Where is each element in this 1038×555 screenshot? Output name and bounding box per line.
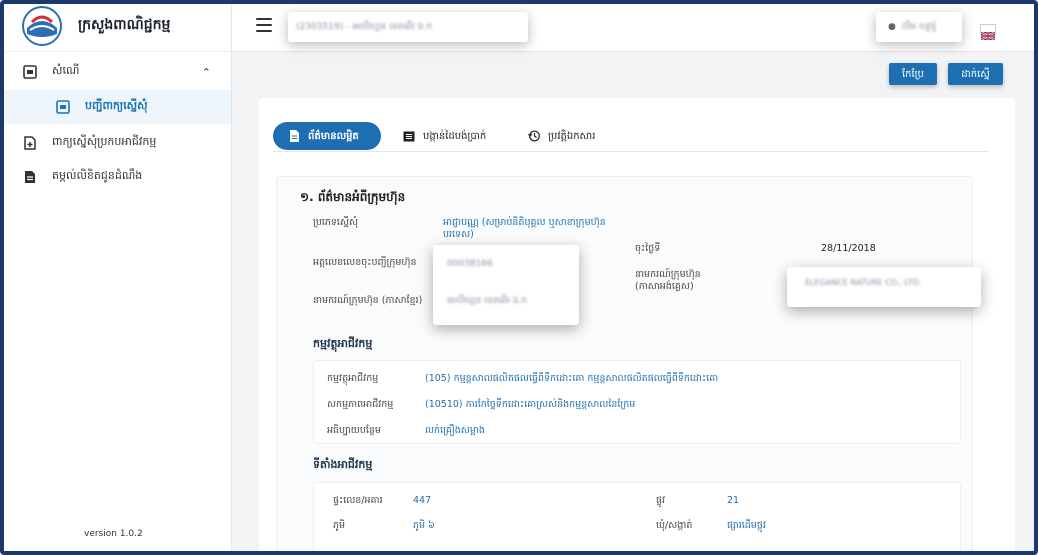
brand[interactable]: ក្រសួងពាណិជ្ជកម្ម: [0, 0, 231, 52]
house-value: 447: [413, 495, 432, 506]
user-icon: ●: [888, 22, 896, 32]
commune-label: ឃុំ/សង្កាត់: [656, 520, 693, 531]
request-type-value: អាជ្ញាបណ្ណ (សម្រាប់និតិបុគ្គល ឬសាខាក្រុម…: [443, 217, 606, 240]
sidebar-item-label: តម្កល់លិខិតជូនដំណឹង: [52, 169, 143, 182]
village-value: ភូមិ ៦: [413, 520, 435, 531]
registration-date-label: ចុះថ្ងៃទី: [635, 243, 661, 254]
commune-value: ផ្សារដើមថ្កូវ: [727, 520, 766, 531]
app-version: version 1.0.2: [84, 529, 143, 539]
detail-card: ព័ត៌មានលម្អិត បង្កាន់ដៃបង់ប្រាក់ ប្រវត្ត…: [259, 98, 1015, 555]
business-location-title: ទីតាំងអាជីវកម្ម: [313, 458, 373, 471]
tab-document-history[interactable]: ប្រវត្តិឯកសារ: [528, 122, 595, 150]
tab-bar: ព័ត៌មានលម្អិត បង្កាន់ដៃបង់ប្រាក់ ប្រវត្ត…: [273, 122, 989, 152]
street-label: ផ្លូវ: [656, 495, 666, 506]
business-activity-box: កម្មវត្ថុអាជីវកម្ម (105) កម្មន្តសាលផលិតផ…: [313, 360, 961, 444]
edit-button[interactable]: កែប្រែ: [889, 63, 937, 85]
company-name-en-popup: ELEGANCE NATURE CO., LTD.: [787, 267, 981, 307]
company-name-en-value: ELEGANCE NATURE CO., LTD.: [805, 278, 922, 287]
sidebar-item-business-application[interactable]: ពាក្យស្នើសុំប្រកបអាជីវកម្ម: [0, 126, 231, 160]
description-value: លក់គ្រឿងសម្អាង: [425, 425, 485, 436]
sidebar: ក្រសួងពាណិជ្ជកម្ម សំណើ ⌃ បញ្ជីពាក្យស្នើស…: [0, 0, 232, 555]
top-bar: (2303519) - អេលីហ្គេន នេតឆើរ ឯ.ក ● លីម ច…: [232, 0, 1038, 52]
uk-flag-icon[interactable]: [980, 24, 996, 41]
company-name-kh-value: អេលីហ្គេន នេតឆើរ ឯ.ក: [447, 296, 527, 306]
description-label: អធិប្បាយបន្ថែម: [327, 425, 381, 436]
tab-payment-receipt[interactable]: បង្កាន់ដៃបង់ប្រាក់: [403, 122, 486, 150]
request-type-label: ប្រភេទស្នើសុំ: [313, 217, 359, 228]
user-name: លីម ចន្ធារ៉ូ: [901, 21, 937, 32]
sidebar-item-label: បញ្ជីពាក្យស្នើសុំ: [85, 99, 148, 112]
tab-details[interactable]: ព័ត៌មានលម្អិត: [273, 122, 381, 150]
document-icon: [22, 169, 38, 185]
business-location-box: ផ្ទះលេខ/អគារ 447 ផ្លូវ 21 ភូមិ ភូមិ ៦ ឃុ…: [313, 482, 961, 555]
company-info-section: ១. ព័ត៌មានអំពីក្រុមហ៊ុន ប្រភេទស្នើសុំ អា…: [276, 176, 981, 555]
sidebar-item-requests[interactable]: សំណើ ⌃: [0, 54, 231, 90]
section-title: ១. ព័ត៌មានអំពីក្រុមហ៊ុន: [300, 190, 406, 204]
inbox-icon: [55, 99, 71, 115]
app-title: ក្រសួងពាណិជ្ជកម្ម: [78, 17, 171, 33]
street-value: 21: [727, 495, 740, 506]
registration-number-value: 00038166: [447, 259, 493, 269]
submit-button[interactable]: ដាក់ស្នើ: [948, 63, 1003, 85]
registration-date-value: 28/11/2018: [821, 243, 876, 254]
menu-toggle-icon[interactable]: [256, 18, 272, 32]
business-activity-title: កម្មវត្ថុអាជីវកម្ម: [313, 337, 373, 350]
registration-number-label: អត្តលេខលេខចុះបញ្ជីក្រុមហ៊ុន: [313, 257, 417, 268]
history-icon: [528, 130, 540, 142]
company-name: (2303519) - អេលីហ្គេន នេតឆើរ ឯ.ក: [296, 21, 433, 32]
village-label: ភូមិ: [333, 520, 346, 531]
sector-label: សកម្មភាពអាជីវកម្ម: [327, 399, 394, 410]
sidebar-item-request-list[interactable]: បញ្ជីពាក្យស្នើសុំ: [0, 90, 231, 124]
document-icon: [289, 130, 300, 142]
sidebar-item-label: សំណើ: [52, 64, 80, 77]
user-menu[interactable]: ● លីម ចន្ធារ៉ូ: [876, 12, 962, 42]
sidebar-item-label: ពាក្យស្នើសុំប្រកបអាជីវកម្ម: [52, 135, 157, 148]
activity-value: (105) កម្មន្តសាលផលិតផលធ្វើពីទឹកដោះគោ កម្…: [425, 373, 719, 384]
activity-label: កម្មវត្ថុអាជីវកម្ម: [327, 373, 379, 384]
sidebar-item-notification-letter[interactable]: តម្កល់លិខិតជូនដំណឹង: [0, 160, 231, 194]
chevron-up-icon[interactable]: ⌃: [202, 66, 211, 79]
sector-value: (10510) ការកែច្នៃទឹកដោះគោស្រស់និងកម្មន្ត…: [425, 399, 636, 410]
company-name-kh-label: នាមករណ៍ក្រុមហ៊ុន (ភាសាខ្មែរ): [313, 295, 423, 306]
house-label: ផ្ទះលេខ/អគារ: [333, 495, 383, 506]
receipt-icon: [403, 131, 415, 142]
company-selector[interactable]: (2303519) - អេលីហ្គេន នេតឆើរ ឯ.ក: [288, 12, 528, 42]
inbox-icon: [22, 64, 38, 80]
ministry-logo: [22, 5, 62, 46]
company-name-en-label: នាមករណ៍ក្រុមហ៊ុន (ភាសាអង់គ្លេស): [635, 269, 701, 292]
registration-info-popup: 00038166 អេលីហ្គេន នេតឆើរ ឯ.ក: [433, 245, 579, 325]
file-plus-icon: [22, 135, 38, 151]
